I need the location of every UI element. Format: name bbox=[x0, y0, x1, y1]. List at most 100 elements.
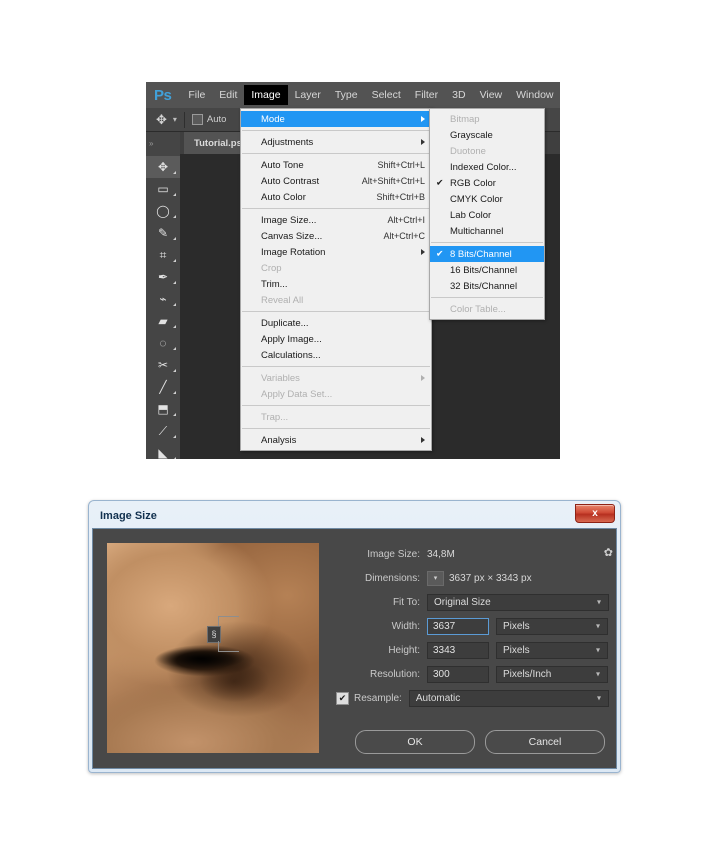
menu-item-label: Auto Color bbox=[261, 191, 306, 203]
menu-item-label: Image Size... bbox=[261, 214, 317, 226]
menu-3d[interactable]: 3D bbox=[445, 85, 472, 105]
height-unit-select[interactable]: Pixels ▾ bbox=[496, 641, 608, 659]
cancel-button[interactable]: Cancel bbox=[485, 730, 605, 754]
image-menu-item-crop: Crop bbox=[241, 260, 431, 276]
menu-image[interactable]: Image bbox=[244, 85, 288, 105]
mode-menu-item-16-bits-channel[interactable]: 16 Bits/Channel bbox=[430, 262, 544, 278]
close-icon[interactable]: x bbox=[575, 504, 615, 523]
mode-menu-item-grayscale[interactable]: Grayscale bbox=[430, 127, 544, 143]
menu-item-shortcut: Alt+Ctrl+C bbox=[383, 231, 425, 241]
checkmark-icon: ✔ bbox=[436, 248, 444, 259]
menu-filter[interactable]: Filter bbox=[408, 85, 445, 105]
menu-item-label: 16 Bits/Channel bbox=[450, 264, 518, 276]
resample-value: Automatic bbox=[415, 692, 461, 704]
menu-item-label: Reveal All bbox=[261, 294, 304, 306]
menu-window[interactable]: Window bbox=[509, 85, 560, 105]
width-input[interactable]: 3637 bbox=[427, 617, 489, 635]
height-input[interactable]: 3343 bbox=[427, 641, 489, 659]
image-menu-item-trap: Trap... bbox=[241, 409, 431, 425]
spot-healing-brush-tool[interactable]: ⌁ bbox=[146, 288, 180, 310]
menu-view[interactable]: View bbox=[473, 85, 510, 105]
lasso-tool[interactable]: ◯ bbox=[146, 200, 180, 222]
resolution-unit-value: Pixels/Inch bbox=[503, 668, 552, 680]
image-menu-item-auto-tone[interactable]: Auto Tone Shift+Ctrl+L bbox=[241, 157, 431, 173]
image-menu-item-auto-contrast[interactable]: Auto Contrast Alt+Shift+Ctrl+L bbox=[241, 173, 431, 189]
ok-button[interactable]: OK bbox=[355, 730, 475, 754]
chevron-down-icon: ▾ bbox=[596, 597, 601, 607]
auto-select-label: Auto bbox=[206, 114, 227, 125]
mode-menu-item-8-bits-channel[interactable]: ✔ 8 Bits/Channel bbox=[430, 246, 544, 262]
patch-tool[interactable]: ◌ bbox=[146, 332, 180, 354]
eyedropper-tool[interactable]: ✒ bbox=[146, 266, 180, 288]
height-label: Height: bbox=[388, 644, 420, 656]
chevron-down-icon: ▾ bbox=[595, 621, 600, 631]
menu-edit[interactable]: Edit bbox=[212, 85, 244, 105]
gear-icon[interactable]: ✿ bbox=[604, 546, 613, 559]
menu-type[interactable]: Type bbox=[328, 85, 365, 105]
menu-item-label: Image Rotation bbox=[261, 246, 326, 258]
menu-separator bbox=[242, 405, 430, 406]
submenu-arrow-icon bbox=[421, 437, 425, 443]
image-menu-item-calculations[interactable]: Calculations... bbox=[241, 347, 431, 363]
menu-item-label: Auto Contrast bbox=[261, 175, 320, 187]
image-menu-item-auto-color[interactable]: Auto Color Shift+Ctrl+B bbox=[241, 189, 431, 205]
menu-layer[interactable]: Layer bbox=[288, 85, 328, 105]
menu-item-label: RGB Color bbox=[450, 177, 496, 189]
quick-selection-tool[interactable]: ✎ bbox=[146, 222, 180, 244]
screenshot-page: Ps File Edit Image Layer Type Select Fil… bbox=[0, 0, 705, 855]
resample-select[interactable]: Automatic ▾ bbox=[408, 689, 609, 707]
image-menu-item-image-size[interactable]: Image Size... Alt+Ctrl+I bbox=[241, 212, 431, 228]
fit-to-select[interactable]: Original Size ▾ bbox=[427, 593, 609, 611]
menu-select[interactable]: Select bbox=[365, 85, 408, 105]
menu-item-label: Duotone bbox=[450, 145, 486, 157]
stamp-tool[interactable]: ⬒ bbox=[146, 398, 180, 420]
resample-checkbox[interactable]: ✔ bbox=[336, 691, 349, 705]
width-unit-select[interactable]: Pixels ▾ bbox=[496, 617, 608, 635]
image-menu-item-apply-image[interactable]: Apply Image... bbox=[241, 331, 431, 347]
rectangular-marquee-tool[interactable]: ▭ bbox=[146, 178, 180, 200]
menu-separator bbox=[242, 428, 430, 429]
menu-item-label: Mode bbox=[261, 113, 285, 125]
link-bracket-top bbox=[218, 616, 239, 627]
image-menu-item-image-rotation[interactable]: Image Rotation bbox=[241, 244, 431, 260]
image-menu-item-mode[interactable]: Mode bbox=[241, 111, 431, 127]
menu-item-label: Trap... bbox=[261, 411, 289, 423]
constrain-proportions-link[interactable]: § bbox=[207, 614, 241, 654]
gradient-tool[interactable]: ⟋ bbox=[146, 420, 180, 442]
chevron-down-icon[interactable]: ▾ bbox=[173, 115, 177, 124]
move-tool[interactable]: ✥ bbox=[146, 156, 180, 178]
history-brush-tool[interactable]: ╱ bbox=[146, 376, 180, 398]
image-menu-item-trim[interactable]: Trim... bbox=[241, 276, 431, 292]
panel-collapse-handle[interactable]: » bbox=[146, 132, 180, 154]
image-size-row: Image Size: 34,8M ✿ bbox=[331, 545, 613, 563]
image-menu-item-canvas-size[interactable]: Canvas Size... Alt+Ctrl+C bbox=[241, 228, 431, 244]
mode-menu-item-indexed-color[interactable]: Indexed Color... bbox=[430, 159, 544, 175]
menu-file[interactable]: File bbox=[181, 85, 212, 105]
menu-item-shortcut: Alt+Ctrl+I bbox=[387, 215, 425, 225]
clone-stamp-tool[interactable]: ✂ bbox=[146, 354, 180, 376]
auto-select-checkbox[interactable] bbox=[191, 114, 203, 125]
crop-tool[interactable]: ⌗ bbox=[146, 244, 180, 266]
mode-menu-item-lab-color[interactable]: Lab Color bbox=[430, 207, 544, 223]
dialog-buttons: OK Cancel bbox=[355, 730, 605, 754]
image-menu-item-duplicate[interactable]: Duplicate... bbox=[241, 315, 431, 331]
brush-tool[interactable]: ▰ bbox=[146, 310, 180, 332]
resolution-unit-select[interactable]: Pixels/Inch ▾ bbox=[496, 665, 608, 683]
mode-menu-item-duotone: Duotone bbox=[430, 143, 544, 159]
width-label: Width: bbox=[391, 620, 420, 632]
eraser-tool[interactable]: ◣ bbox=[146, 442, 180, 459]
mode-menu-item-multichannel[interactable]: Multichannel bbox=[430, 223, 544, 239]
mode-menu-item-rgb-color[interactable]: ✔ RGB Color bbox=[430, 175, 544, 191]
image-menu-item-adjustments[interactable]: Adjustments bbox=[241, 134, 431, 150]
resample-label: Resample: bbox=[354, 692, 402, 704]
menu-separator bbox=[242, 311, 430, 312]
dimensions-units-chevron-icon[interactable]: ▾ bbox=[427, 570, 444, 586]
height-row: Height: 3343 Pixels ▾ bbox=[331, 641, 609, 659]
mode-menu-item-cmyk-color[interactable]: CMYK Color bbox=[430, 191, 544, 207]
image-menu-item-analysis[interactable]: Analysis bbox=[241, 432, 431, 448]
resolution-input[interactable]: 300 bbox=[427, 665, 489, 683]
image-menu-item-apply-data-set: Apply Data Set... bbox=[241, 386, 431, 402]
menu-item-label: Adjustments bbox=[261, 136, 314, 148]
mode-menu-item-32-bits-channel[interactable]: 32 Bits/Channel bbox=[430, 278, 544, 294]
image-menu-dropdown: Mode Adjustments Auto Tone Shift+Ctrl+L Auto… bbox=[240, 108, 432, 451]
